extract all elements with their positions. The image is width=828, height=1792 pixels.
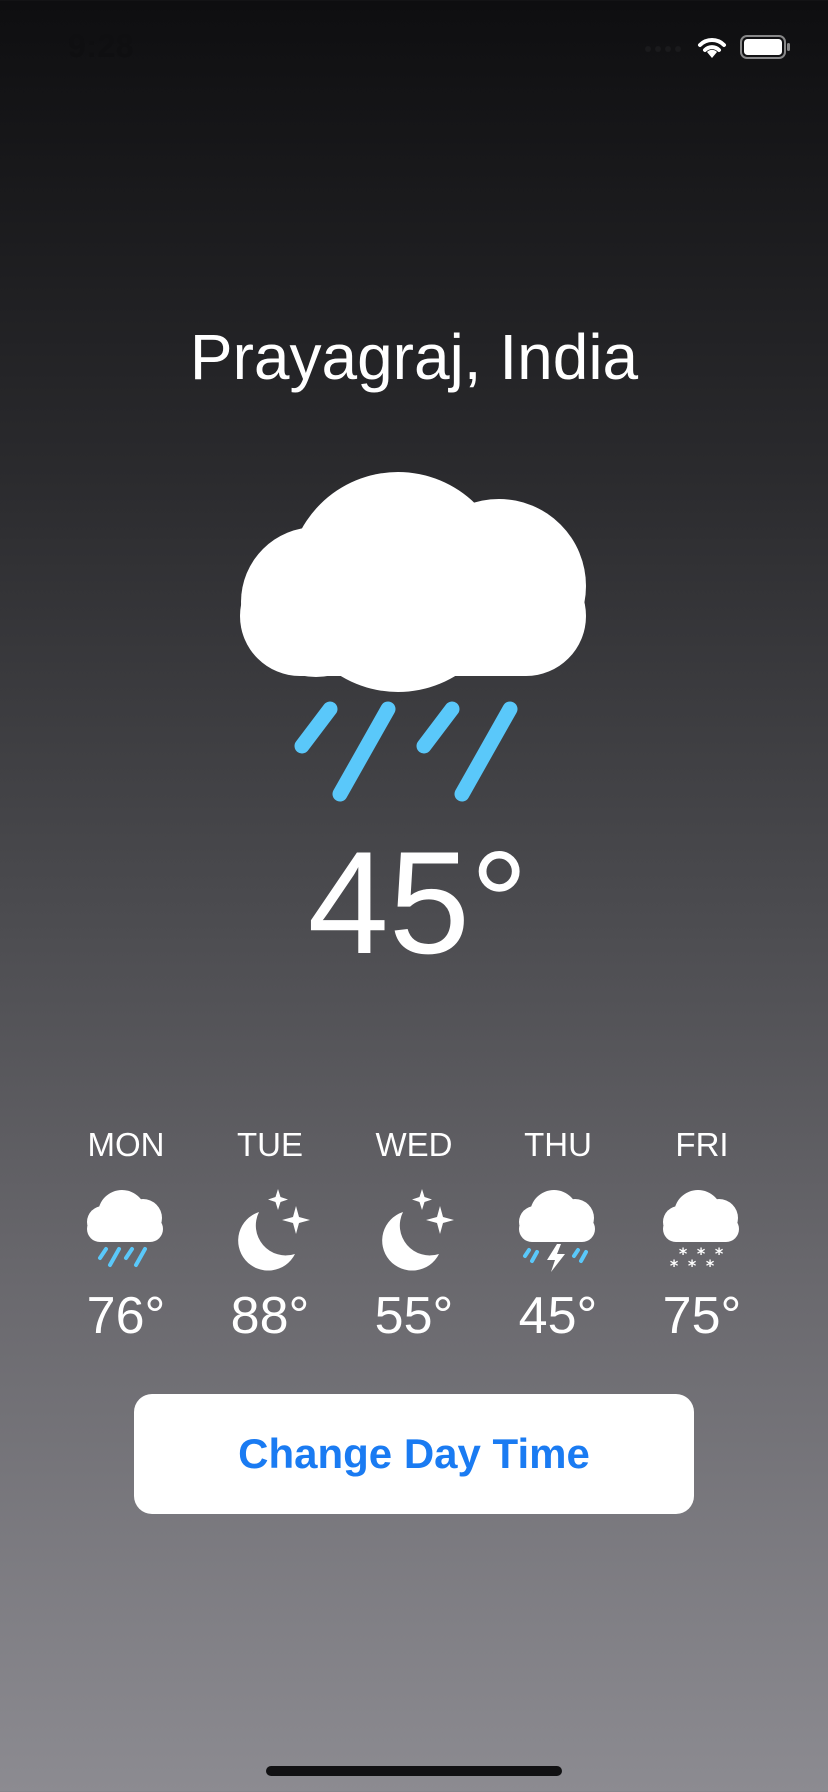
svg-text:*: * <box>706 1256 715 1274</box>
wifi-icon <box>698 38 726 58</box>
forecast-day-label: TUE <box>237 1126 303 1163</box>
status-time: 9:28 <box>68 28 135 64</box>
status-bar: 9:28 <box>0 0 828 100</box>
forecast-day-tue: TUE 88° <box>198 1120 342 1342</box>
forecast-temp: 75° <box>662 1287 742 1345</box>
forecast-temp: 45° <box>518 1287 598 1345</box>
status-icons <box>644 34 792 60</box>
battery-icon <box>740 35 790 59</box>
forecast-temp: 76° <box>86 1287 166 1345</box>
moon-stars-icon <box>238 1189 310 1271</box>
forecast-day-fri: FRI * * * * * * 75° <box>630 1120 774 1342</box>
cloud-rain-icon <box>240 472 586 802</box>
change-day-time-button[interactable]: Change Day Time <box>134 1394 694 1514</box>
forecast-day-label: MON <box>87 1126 165 1163</box>
forecast-day-label: FRI <box>675 1126 729 1163</box>
svg-text:*: * <box>715 1244 724 1263</box>
forecast-day-wed: WED 55° <box>342 1120 486 1342</box>
forecast-day-mon: MON 76° <box>54 1120 198 1342</box>
cloud-snow-icon: * * * * * * <box>663 1190 739 1274</box>
forecast-temp: 55° <box>374 1287 454 1345</box>
svg-text:*: * <box>688 1256 697 1274</box>
cloud-bolt-rain-icon <box>519 1190 595 1272</box>
moon-stars-icon <box>382 1189 454 1271</box>
forecast-day-thu: THU 45° <box>486 1120 630 1342</box>
svg-text:*: * <box>679 1244 688 1263</box>
forecast-row: MON 76° TUE 88° WED 55° THU 45° FRI * * … <box>54 1120 774 1342</box>
cloud-rain-icon <box>87 1190 163 1267</box>
svg-text:*: * <box>697 1244 706 1263</box>
forecast-day-label: THU <box>524 1126 592 1163</box>
svg-text:*: * <box>670 1256 679 1274</box>
signal-icon <box>645 46 681 52</box>
forecast-temp: 88° <box>230 1287 310 1345</box>
current-temperature: 45° <box>307 821 529 984</box>
forecast-day-label: WED <box>375 1126 453 1163</box>
location-title: Prayagraj, India <box>189 321 639 393</box>
home-indicator[interactable] <box>266 1766 562 1776</box>
